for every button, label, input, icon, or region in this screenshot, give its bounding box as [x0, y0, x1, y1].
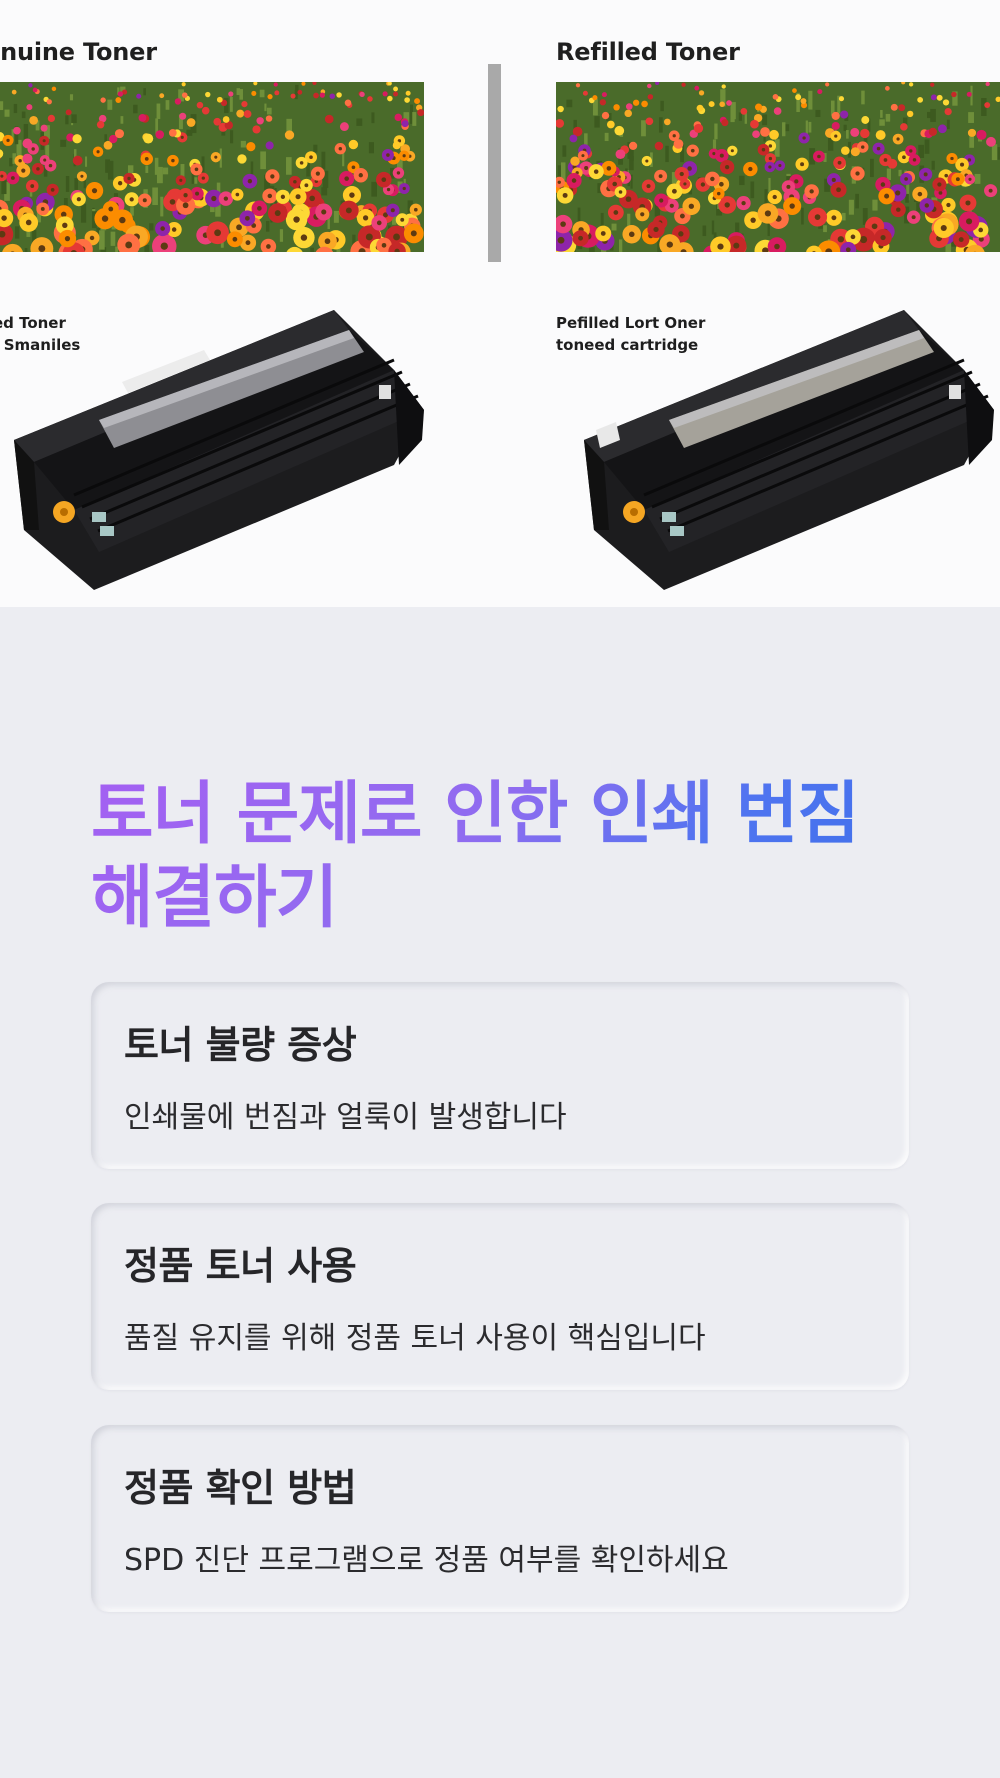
flower-field-image	[0, 82, 424, 252]
page-title-line2: 해결하기	[91, 859, 338, 938]
toner-cartridge-icon	[14, 310, 424, 590]
flower-field-image	[556, 82, 1000, 252]
comparison-divider	[488, 64, 501, 262]
refilled-flower-print-sample	[556, 82, 1000, 252]
page-title: 토너 문제로 인한 인쇄 번짐 해결하기	[91, 773, 911, 941]
card-title: 정품 토너 사용	[124, 1244, 357, 1288]
card-title: 정품 확인 방법	[124, 1466, 357, 1510]
info-card-genuine-use: 정품 토너 사용 품질 유지를 위해 정품 토너 사용이 핵심입니다	[91, 1203, 909, 1390]
toner-comparison-image: enuine Toner tyed Toner let Smaniles Ref…	[0, 0, 1000, 607]
info-card-symptoms: 토너 불량 증상 인쇄물에 번짐과 얼룩이 발생합니다	[91, 982, 909, 1169]
refilled-toner-panel: Refilled Toner Pefilled Lort Oner toneed…	[556, 0, 1000, 607]
info-card-verification: 정품 확인 방법 SPD 진단 프로그램으로 정품 여부를 확인하세요	[91, 1425, 909, 1612]
refilled-toner-title: Refilled Toner	[556, 38, 740, 66]
genuine-toner-panel: enuine Toner tyed Toner let Smaniles	[0, 0, 426, 607]
card-description: 인쇄물에 번짐과 얼룩이 발생합니다	[124, 1100, 567, 1135]
page: enuine Toner tyed Toner let Smaniles Ref…	[0, 0, 1000, 1778]
card-title: 토너 불량 증상	[124, 1023, 357, 1067]
refilled-toner-cartridge-image	[574, 290, 1000, 590]
card-description: SPD 진단 프로그램으로 정품 여부를 확인하세요	[124, 1543, 729, 1578]
genuine-toner-cartridge-image	[4, 290, 434, 590]
genuine-toner-title: enuine Toner	[0, 38, 157, 66]
toner-cartridge-icon	[584, 310, 994, 590]
card-description: 품질 유지를 위해 정품 토너 사용이 핵심입니다	[124, 1321, 706, 1356]
genuine-flower-print-sample	[0, 82, 424, 252]
page-title-line1: 토너 문제로 인한 인쇄 번짐	[91, 775, 859, 854]
